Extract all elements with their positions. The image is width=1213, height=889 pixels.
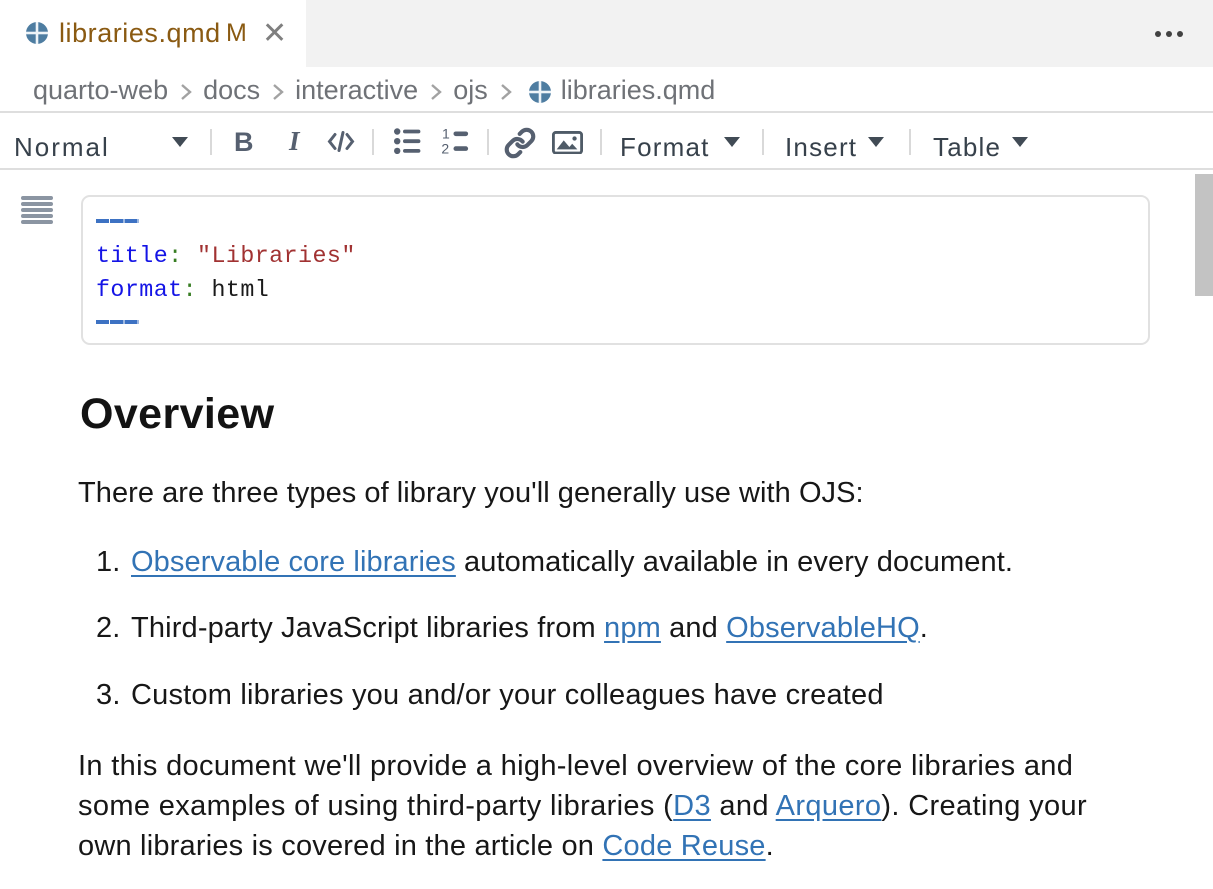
svg-text:2: 2 — [441, 140, 449, 155]
